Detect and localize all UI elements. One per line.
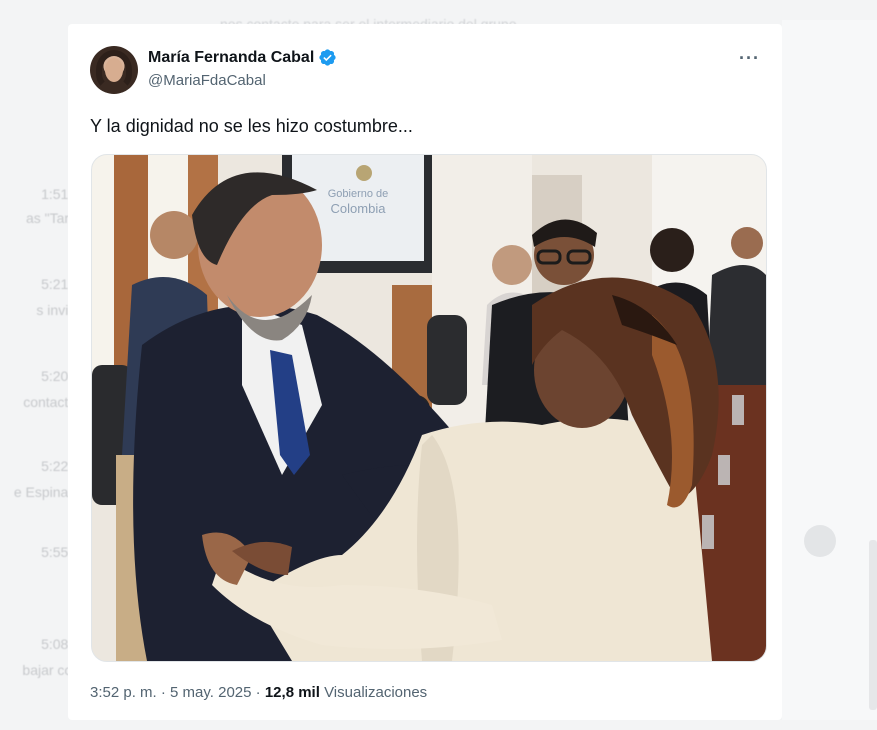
author-name-row: María Fernanda Cabal [148,48,337,67]
screen-text-line1: Gobierno de [328,188,389,200]
screen-text-line2: Colombia [331,201,387,216]
background-scrollbar [869,540,877,710]
tweet-card: María Fernanda Cabal @MariaFdaCabal ··· … [68,24,782,720]
tweet-meta: 3:52 p. m. · 5 may. 2025 · 12,8 mil Visu… [90,684,427,701]
background-right-panel [782,20,877,720]
meta-separator: · [255,684,261,701]
tweet-text: Y la dignidad no se les hizo costumbre..… [90,116,413,136]
meta-separator: · [160,684,166,701]
tweet-photo[interactable]: Gobierno de Colombia [91,154,767,662]
author-avatar[interactable] [90,46,138,94]
views-count: 12,8 mil [264,684,320,701]
author-handle[interactable]: @MariaFdaCabal [148,72,266,89]
more-options-icon[interactable]: ··· [739,48,760,69]
verified-badge-icon [318,48,337,67]
tweet-time[interactable]: 3:52 p. m. [90,684,157,701]
views-label: Visualizaciones [324,684,428,701]
tweet-date[interactable]: 5 may. 2025 [170,684,251,701]
background-avatar [804,525,836,557]
author-name[interactable]: María Fernanda Cabal [148,49,314,67]
